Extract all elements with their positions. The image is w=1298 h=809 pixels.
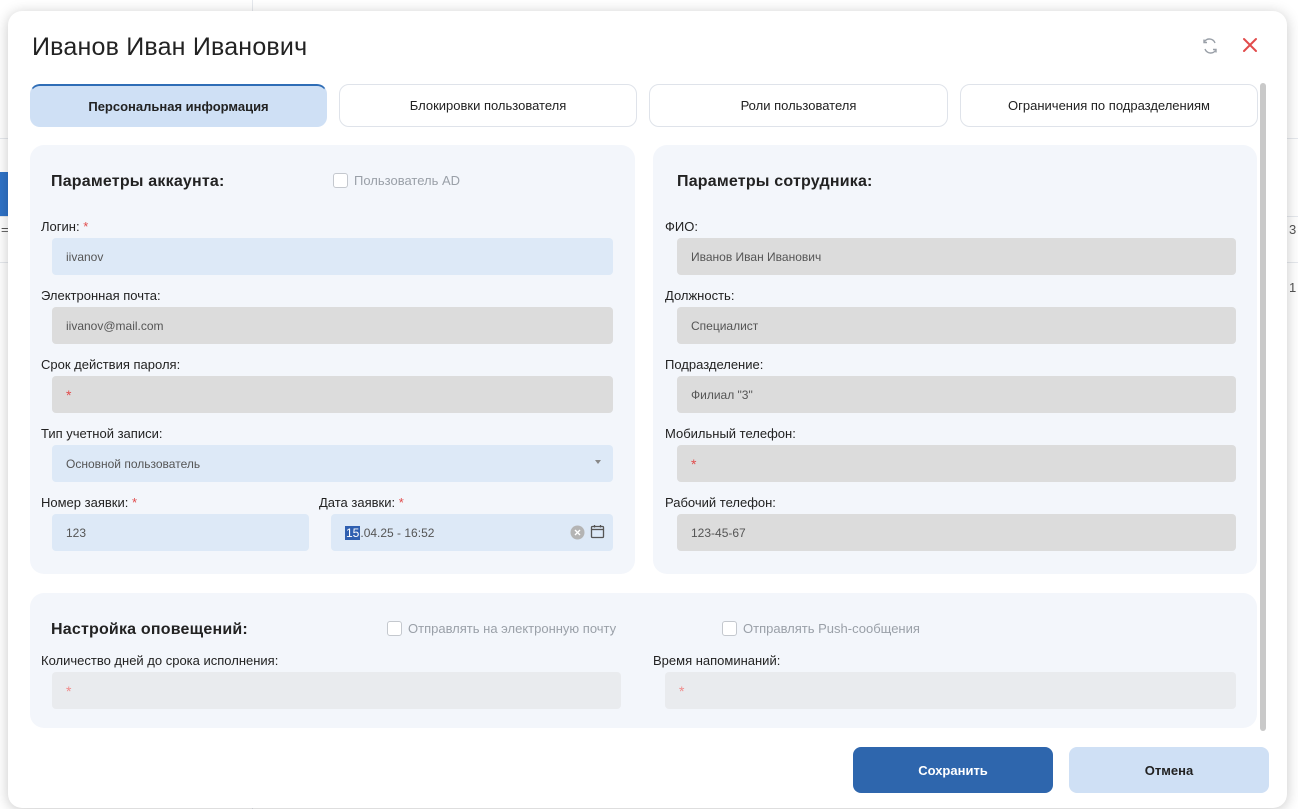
fio-label: ФИО: [665, 219, 698, 234]
tab-user-roles[interactable]: Роли пользователя [649, 84, 948, 127]
checkbox-box[interactable] [333, 173, 348, 188]
password-expiry-label: Срок действия пароля: [41, 357, 181, 372]
request-number-field[interactable]: 123 [52, 514, 309, 551]
refresh-icon[interactable] [1200, 36, 1220, 56]
request-date-value: 15.04.25 - 16:52 [345, 525, 435, 540]
selected-text: 15 [345, 525, 361, 540]
checkbox-label: Отправлять Push-сообщения [743, 621, 920, 636]
checkbox-box[interactable] [722, 621, 737, 636]
user-edit-dialog: Иванов Иван Иванович Персональная информ… [8, 11, 1287, 808]
login-field[interactable]: iivanov [52, 238, 613, 275]
section-title: Параметры аккаунта: [51, 173, 225, 190]
tab-label: Роли пользователя [740, 98, 857, 113]
tab-label: Ограничения по подразделениям [1008, 98, 1210, 113]
work-phone-label: Рабочий телефон: [665, 495, 776, 510]
checkbox-label: Отправлять на электронную почту [408, 621, 617, 636]
save-button[interactable]: Сохранить [853, 747, 1053, 793]
mobile-phone-label: Мобильный телефон: [665, 426, 796, 441]
dialog-title: Иванов Иван Иванович [32, 33, 308, 61]
position-label: Должность: [665, 288, 735, 303]
clear-icon[interactable] [570, 525, 585, 540]
account-type-value: Основной пользователь [66, 456, 201, 471]
required-mark: * [66, 682, 72, 699]
request-number-label: Номер заявки: * [41, 495, 138, 510]
department-label: Подразделение: [665, 357, 764, 372]
scrollbar[interactable] [1258, 83, 1268, 733]
calendar-icon[interactable] [590, 524, 605, 539]
fio-value: Иванов Иван Иванович [691, 249, 822, 264]
work-phone-value: 123-45-67 [691, 525, 746, 540]
login-value: iivanov [66, 249, 104, 264]
email-field[interactable]: iivanov@mail.com [52, 307, 613, 344]
reminder-time-label: Время напоминаний: [653, 653, 781, 668]
days-before-label: Количество дней до срока исполнения: [41, 653, 279, 668]
mobile-phone-field[interactable]: * [677, 445, 1236, 482]
chevron-down-icon [595, 460, 601, 464]
checkbox-label: Пользователь AD [354, 173, 461, 188]
reminder-time-field[interactable]: * [665, 672, 1236, 709]
email-value: iivanov@mail.com [66, 318, 164, 333]
scrollbar-thumb[interactable] [1260, 83, 1266, 731]
position-value: Специалист [691, 318, 759, 333]
required-mark: * [679, 682, 685, 699]
tab-label: Блокировки пользователя [409, 98, 567, 113]
email-notify-checkbox[interactable]: Отправлять на электронную почту [387, 621, 616, 636]
cancel-button[interactable]: Отмена [1069, 747, 1269, 793]
password-expiry-field[interactable]: * [52, 376, 613, 413]
required-mark: * [691, 455, 697, 472]
required-mark: * [66, 386, 72, 403]
section-title: Параметры сотрудника: [677, 173, 873, 190]
ad-user-checkbox[interactable]: Пользователь AD [333, 173, 460, 188]
section-title: Настройка оповещений: [51, 621, 248, 638]
background-text: 3 [1289, 222, 1297, 237]
request-number-value: 123 [66, 525, 87, 540]
work-phone-field[interactable]: 123-45-67 [677, 514, 1236, 551]
department-field[interactable]: Филиал "3" [677, 376, 1236, 413]
background-text: 1 [1289, 280, 1297, 295]
background-accent [0, 172, 8, 216]
request-date-field[interactable]: 15.04.25 - 16:52 [331, 514, 613, 551]
days-before-field[interactable]: * [52, 672, 621, 709]
account-params-panel: Параметры аккаунта: Пользователь AD Логи… [30, 145, 635, 574]
position-field[interactable]: Специалист [677, 307, 1236, 344]
tab-personal-info[interactable]: Персональная информация [30, 84, 327, 127]
fio-field[interactable]: Иванов Иван Иванович [677, 238, 1236, 275]
push-notify-checkbox[interactable]: Отправлять Push-сообщения [722, 621, 920, 636]
request-date-label: Дата заявки: * [319, 495, 404, 510]
account-type-label: Тип учетной записи: [41, 426, 163, 441]
tab-department-restrictions[interactable]: Ограничения по подразделениям [960, 84, 1258, 127]
employee-params-panel: Параметры сотрудника: ФИО: Иванов Иван И… [653, 145, 1257, 574]
account-type-select[interactable]: Основной пользователь [52, 445, 613, 482]
tab-user-blocks[interactable]: Блокировки пользователя [339, 84, 637, 127]
notifications-panel: Настройка оповещений: Отправлять на элек… [30, 593, 1257, 728]
close-icon[interactable] [1238, 33, 1262, 57]
date-rest: .04.25 - 16:52 [360, 525, 435, 540]
tab-label: Персональная информация [88, 98, 269, 114]
checkbox-box[interactable] [387, 621, 402, 636]
department-value: Филиал "3" [691, 387, 753, 402]
email-label: Электронная почта: [41, 288, 161, 303]
login-label: Логин: * [41, 219, 89, 234]
